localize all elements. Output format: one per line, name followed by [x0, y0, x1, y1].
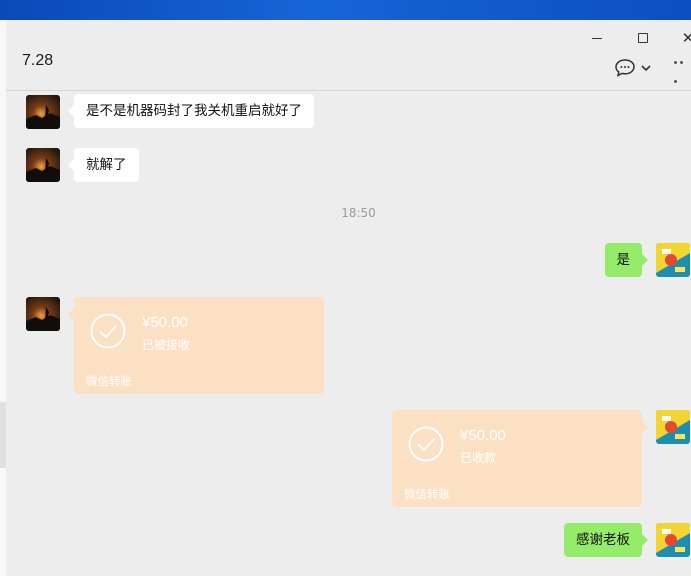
message-bubble-incoming[interactable]: 是不是机器码封了我关机重启就好了 [68, 94, 314, 128]
message-timestamp: 18:50 [341, 206, 376, 220]
message-list[interactable]: 是不是机器码封了我关机重启就好了 就解了 18:50 是 ¥50.00 已被接收… [6, 91, 691, 576]
contact-avatar[interactable] [26, 297, 60, 331]
transfer-amount: ¥50.00 [460, 427, 506, 444]
more-options-button[interactable] [674, 56, 691, 83]
more-dots-icon [674, 49, 691, 87]
close-icon: ✕ [681, 29, 691, 47]
contact-avatar[interactable] [26, 95, 60, 129]
my-avatar[interactable] [656, 243, 690, 277]
message-bubble-outgoing[interactable]: 感谢老板 [564, 523, 648, 557]
my-avatar[interactable] [656, 410, 690, 444]
close-button[interactable]: ✕ [678, 28, 691, 48]
message-bubble-incoming[interactable]: 就解了 [68, 148, 139, 182]
minimize-button[interactable] [587, 28, 607, 48]
desktop-title-strip [0, 0, 691, 20]
my-avatar[interactable] [656, 523, 690, 557]
chat-bubble-icon [615, 59, 635, 77]
transfer-label: 微信转账 [404, 487, 450, 501]
chevron-down-icon [641, 65, 651, 72]
transfer-status: 已收款 [460, 451, 497, 465]
transfer-amount: ¥50.00 [142, 314, 188, 331]
minimize-icon [592, 37, 602, 39]
chat-info-button[interactable] [614, 56, 652, 80]
message-bubble-outgoing[interactable]: 是 [604, 243, 648, 277]
chat-header: 7.28 ✕ [6, 20, 691, 90]
check-circle-icon [408, 426, 444, 462]
transfer-card-outgoing[interactable]: ¥50.00 已收款 微信转账 [392, 410, 648, 507]
maximize-icon [638, 33, 648, 43]
transfer-status: 已被接收 [142, 338, 191, 352]
chat-title: 7.28 [22, 52, 54, 69]
contact-avatar[interactable] [26, 148, 60, 182]
check-circle-icon [90, 313, 126, 349]
transfer-card-incoming[interactable]: ¥50.00 已被接收 微信转账 [68, 297, 324, 394]
transfer-label: 微信转账 [86, 374, 132, 388]
maximize-button[interactable] [633, 28, 653, 48]
